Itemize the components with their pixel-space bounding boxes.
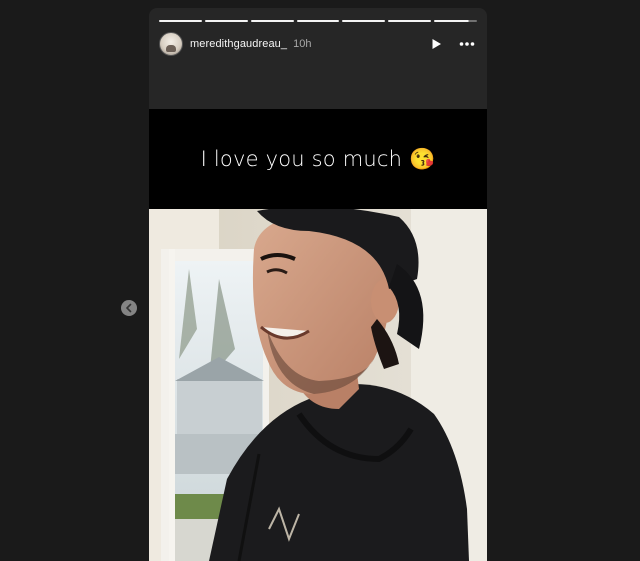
story-photo — [149, 209, 487, 561]
progress-segment — [296, 20, 340, 22]
story-photo-image — [149, 209, 487, 561]
progress-segment — [159, 20, 202, 22]
previous-story-button[interactable] — [121, 300, 137, 316]
progress-segment-current — [434, 20, 478, 22]
progress-segment — [342, 20, 386, 22]
story-frame[interactable]: meredithgaudreau_ 10h I love you so much… — [149, 8, 487, 561]
story-caption-text: I love you so much — [200, 146, 403, 171]
kiss-emoji-icon: 😘 — [409, 146, 436, 171]
story-username[interactable]: meredithgaudreau_ — [190, 38, 287, 50]
play-button[interactable] — [429, 37, 443, 51]
progress-segment — [204, 20, 248, 22]
play-icon — [432, 39, 441, 49]
more-options-button[interactable] — [459, 37, 475, 51]
story-timestamp: 10h — [293, 38, 312, 50]
progress-segment — [250, 20, 294, 22]
caption-band: I love you so much 😘 — [149, 109, 487, 209]
progress-segment — [388, 20, 432, 22]
avatar-icon[interactable] — [159, 32, 183, 56]
chevron-left-icon — [126, 303, 132, 313]
story-progress-bar — [159, 20, 478, 22]
story-caption: I love you so much 😘 — [201, 147, 436, 172]
stories-viewer: meredithgaudreau_ 10h I love you so much… — [0, 0, 640, 561]
more-options-icon — [459, 42, 475, 46]
story-header: meredithgaudreau_ 10h — [159, 32, 475, 56]
